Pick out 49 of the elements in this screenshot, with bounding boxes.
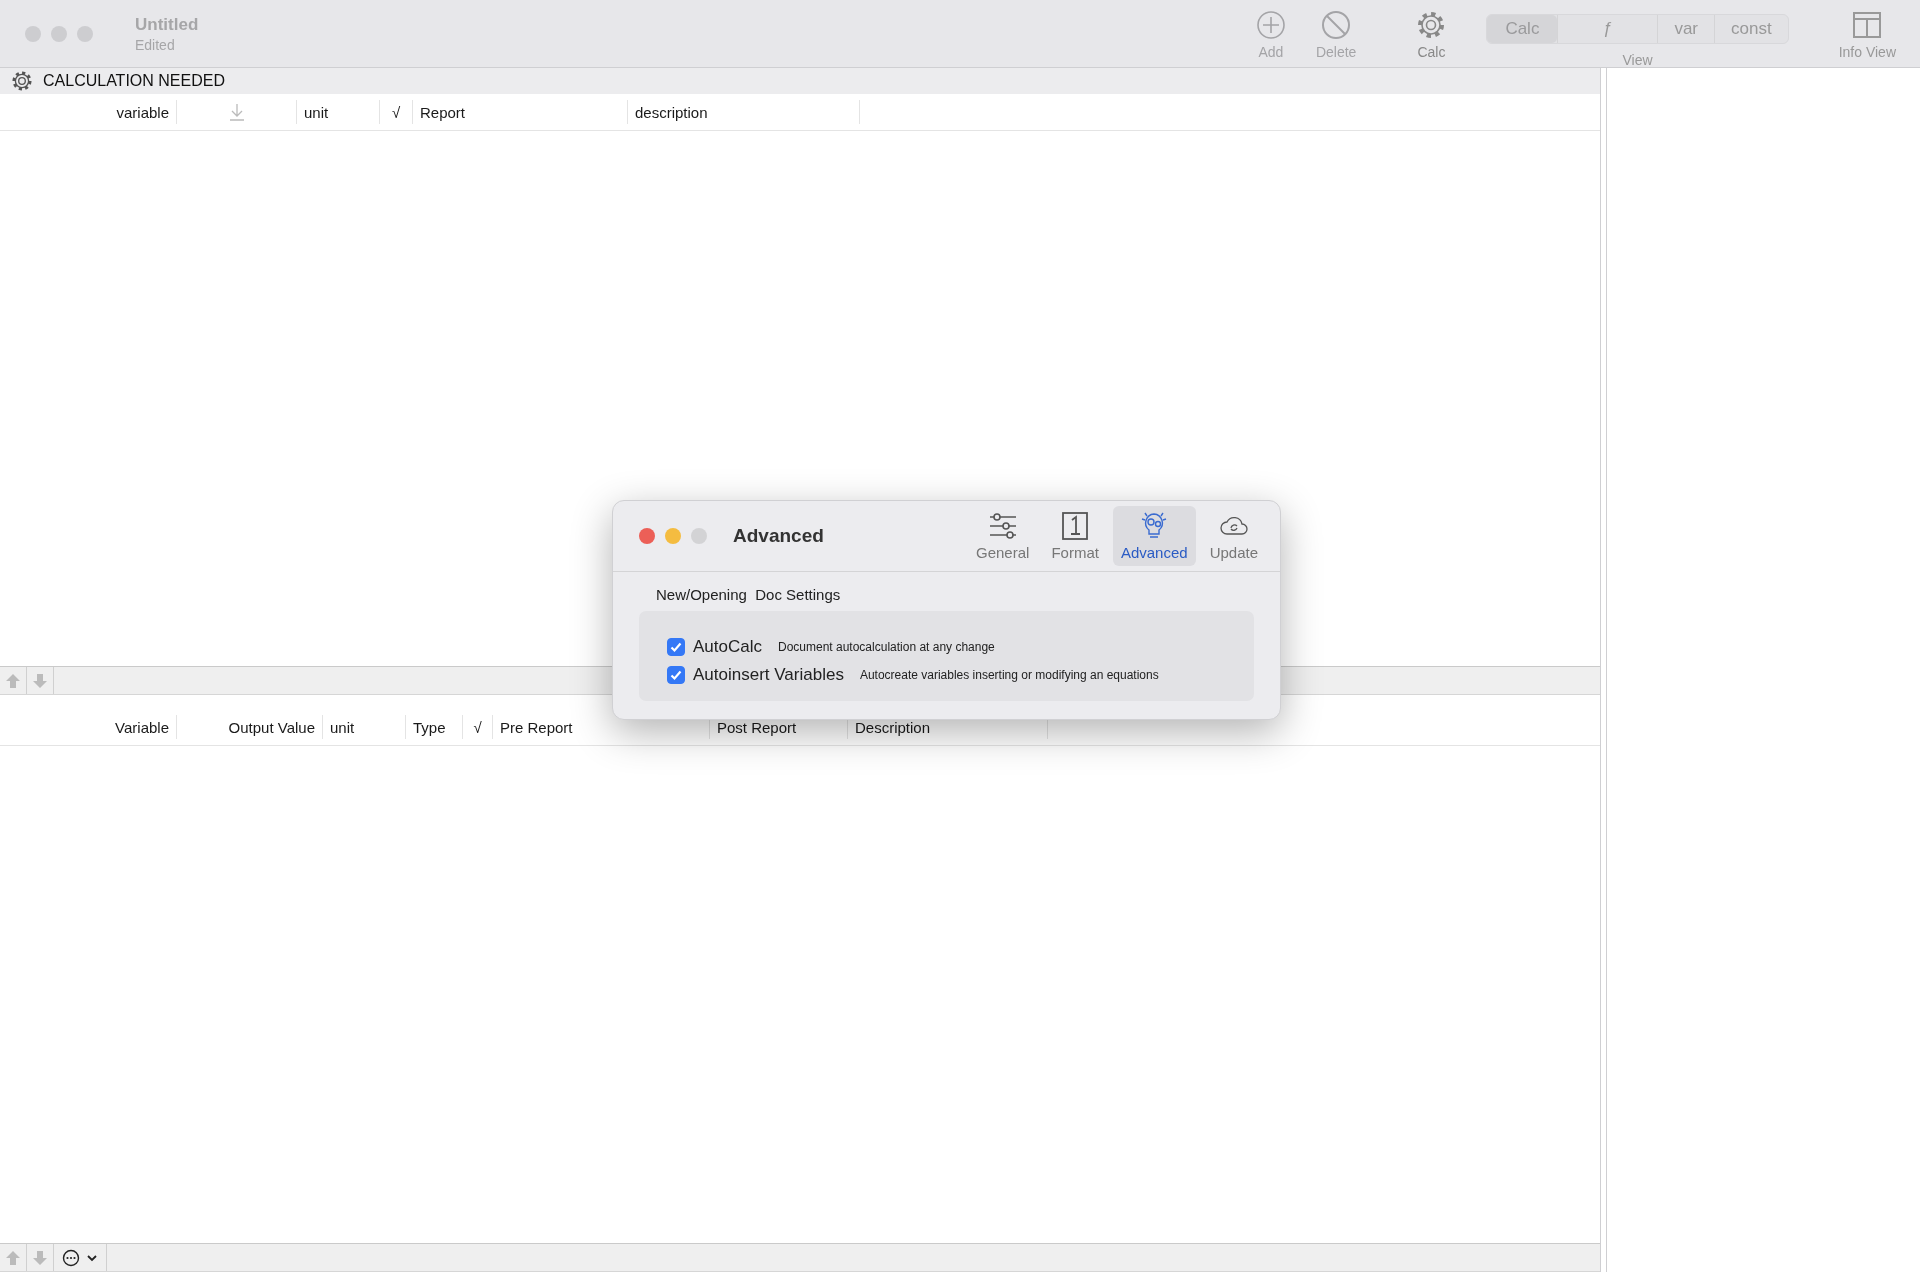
column-header[interactable]: Output Value	[228, 718, 315, 736]
arrow-up-icon	[5, 672, 21, 689]
prohibited-icon	[1321, 9, 1352, 40]
preferences-tab[interactable]: Format	[1043, 506, 1107, 566]
column-header[interactable]: Type	[413, 718, 446, 736]
preferences-tab[interactable]: Update	[1201, 506, 1266, 566]
view-label: View	[1622, 51, 1653, 68]
status-text: CALCULATION NEEDED	[43, 72, 225, 90]
option-description: Document autocalculation at any change	[778, 640, 995, 654]
arrow-up-icon	[5, 1249, 21, 1266]
arrow-down-icon	[32, 1249, 48, 1266]
arrow-down-icon	[32, 672, 48, 689]
settings-icon	[1416, 9, 1447, 40]
column-header[interactable]: Pre Report	[500, 718, 573, 736]
column-header[interactable]: √	[391, 103, 401, 121]
preferences-tab[interactable]: Advanced	[1112, 506, 1196, 566]
plus-circle-icon	[1255, 9, 1286, 40]
column-header[interactable]: Variable	[115, 718, 169, 736]
column-header[interactable]: √	[473, 718, 482, 736]
dialog-title: Advanced	[733, 525, 824, 547]
download-arrow-icon[interactable]	[228, 103, 245, 121]
checkbox[interactable]	[667, 638, 685, 656]
number-one-icon	[1060, 511, 1091, 541]
close-button[interactable]	[639, 528, 655, 544]
column-header[interactable]: unit	[304, 103, 329, 121]
zoom-button[interactable]	[77, 25, 93, 42]
option-label: AutoCalc	[693, 637, 762, 657]
preferences-tab[interactable]: General	[968, 506, 1038, 566]
column-header[interactable]: Report	[420, 103, 466, 121]
column-header[interactable]: description	[635, 103, 708, 121]
chevron-down-icon	[86, 1252, 98, 1263]
column-header[interactable]: Post Report	[717, 718, 797, 736]
settings-icon[interactable]	[11, 70, 33, 92]
column-header[interactable]: unit	[330, 718, 355, 736]
window-subtitle: Edited	[135, 36, 176, 53]
close-button[interactable]	[25, 25, 41, 42]
checkbox[interactable]	[667, 666, 685, 684]
option-label: Autoinsert Variables	[693, 665, 844, 685]
column-header[interactable]: Description	[855, 718, 931, 736]
option-description: Autocreate variables inserting or modifying an equations	[859, 668, 1159, 682]
panel-layout-icon	[1852, 9, 1883, 40]
section-title: New/Opening Doc Settings	[656, 586, 842, 603]
minimize-button[interactable]	[665, 528, 681, 544]
zoom-button[interactable]	[691, 528, 707, 544]
more-icon	[62, 1248, 80, 1267]
column-header[interactable]: variable	[116, 103, 169, 121]
window-title: Untitled	[135, 14, 199, 35]
sliders-icon	[987, 511, 1018, 541]
minimize-button[interactable]	[51, 25, 67, 42]
